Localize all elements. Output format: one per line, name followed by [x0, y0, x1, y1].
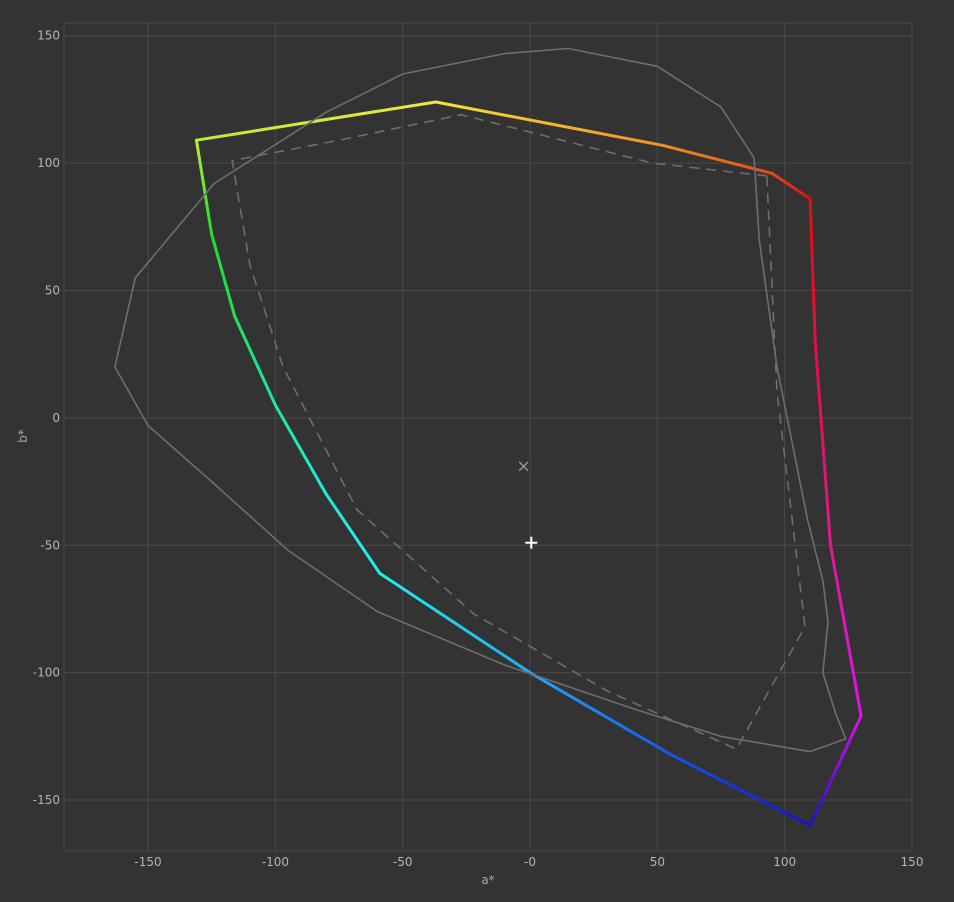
x-tick-label: -0 [524, 855, 536, 869]
x-tick-label: -100 [262, 855, 289, 869]
y-tick-label: 50 [45, 284, 60, 298]
y-tick-label: 150 [37, 29, 60, 43]
x-axis-title: a* [481, 873, 494, 887]
y-tick-label: 0 [52, 411, 60, 425]
y-tick-label: -50 [40, 538, 60, 552]
gamut-chart: -150 -100 -50 -0 50 100 150 150 100 50 0 -50 -100 -15… [16, 22, 924, 887]
y-tick-label: -150 [33, 793, 60, 807]
x-tick-label: 50 [650, 855, 665, 869]
y-axis-title: b* [16, 429, 30, 443]
y-tick-label: -100 [33, 666, 60, 680]
x-tick-label: 150 [901, 855, 924, 869]
x-tick-label: -150 [134, 855, 161, 869]
x-tick-label: 100 [773, 855, 796, 869]
x-tick-label: -50 [393, 855, 413, 869]
y-tick-label: 100 [37, 156, 60, 170]
